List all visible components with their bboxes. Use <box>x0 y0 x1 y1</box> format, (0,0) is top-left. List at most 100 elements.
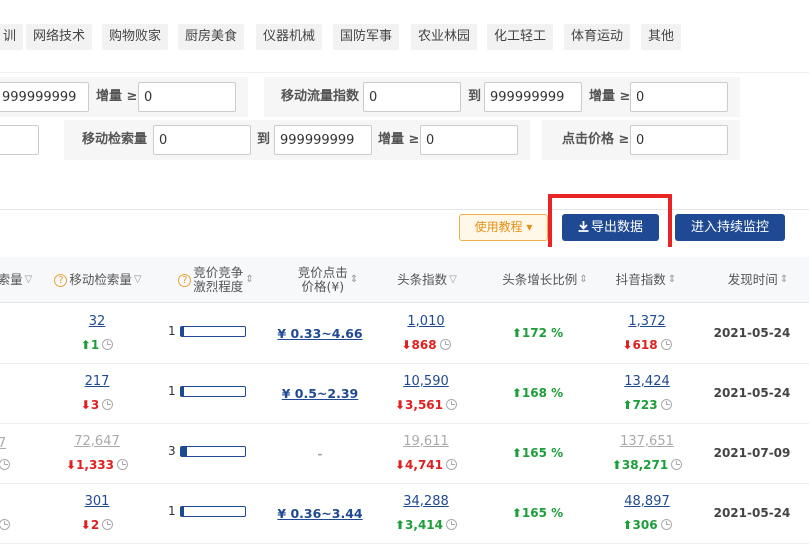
col-label: 竞价点击 价格(¥) <box>297 265 348 294</box>
clock-icon[interactable] <box>102 519 114 530</box>
down-arrow-icon: ⬇ <box>80 518 91 532</box>
tutorial-button[interactable]: 使用教程 ▾ <box>459 214 548 241</box>
clock-icon[interactable] <box>439 339 451 350</box>
clock-icon[interactable] <box>446 519 458 530</box>
competition-bar <box>180 386 246 397</box>
category-tag[interactable]: 仪器机械 <box>256 24 323 50</box>
mobile-traffic-increase-input[interactable] <box>630 82 728 112</box>
col-toutiao-growth[interactable]: 头条增长比例 ⇕ <box>495 257 595 303</box>
toutiao-index-delta: ⬆3,414 <box>376 518 476 532</box>
col-search-volume[interactable]: 索量 ▽ <box>0 257 34 303</box>
mobile-search-to-input[interactable] <box>274 125 372 155</box>
sort-icon: ⇕ <box>667 274 677 285</box>
douyin-index-delta: ⬆723 <box>597 398 697 412</box>
douyin-index-value[interactable]: 137,651 <box>620 434 674 449</box>
toutiao-index-delta: ⬇3,561 <box>376 398 476 412</box>
competition-bar <box>180 326 246 337</box>
clock-icon[interactable] <box>446 459 458 470</box>
down-arrow-icon: ⬇ <box>394 458 406 472</box>
col-label: 发现时间 <box>727 272 778 287</box>
clock-icon[interactable] <box>671 459 683 470</box>
mobile-search-value[interactable]: 301 <box>85 494 110 509</box>
table-row: 301 ⬇2 1 ¥ 0.36~3.44 34,288 ⬆3,414 ⬆165 %… <box>0 484 809 544</box>
click-price-value[interactable]: - <box>317 446 322 461</box>
mobile-search-from-input[interactable] <box>153 125 251 155</box>
up-arrow-icon: ⬆ <box>622 398 633 412</box>
search-volume-max-input[interactable] <box>0 82 89 112</box>
clock-icon[interactable] <box>660 339 672 350</box>
continuous-monitor-button[interactable]: 进入持续监控 <box>675 214 785 241</box>
mobile-traffic-to-input[interactable] <box>484 82 582 112</box>
keyword-table: 索量 ▽ ? 移动检索量 ▽ ? 竞价竞争 激烈程度 ⇕ 竞价点击 价格(¥) ⇕ 头条指… <box>0 247 809 544</box>
col-found-time[interactable]: 发现时间 ⇕ <box>722 257 794 303</box>
clock-icon[interactable] <box>446 399 458 410</box>
col-click-price[interactable]: 竞价点击 价格(¥) ⇕ <box>288 257 368 303</box>
toutiao-index-value[interactable]: 19,611 <box>403 434 449 449</box>
competition-bar-fill <box>181 507 184 516</box>
category-tag[interactable]: 体育运动 <box>564 24 631 50</box>
up-arrow-icon: ⬆ <box>511 506 522 520</box>
filter-panel: 增量 ≥ 移动流量指数 到 增量 ≥ 移动检索量 到 增量 ≥ 点击价格 ≥ <box>0 72 809 210</box>
mobile-search-value[interactable]: 217 <box>85 374 110 389</box>
increase-label: 增量 ≥ <box>589 89 631 104</box>
sort-icon: ⇕ <box>579 274 588 285</box>
increase-label: 增量 ≥ <box>96 89 138 104</box>
mobile-search-value[interactable]: 72,647 <box>74 434 120 449</box>
competition-bar-fill <box>181 447 188 456</box>
up-arrow-icon: ⬆ <box>611 458 622 472</box>
clock-icon[interactable] <box>102 339 114 350</box>
help-icon[interactable]: ? <box>178 273 192 287</box>
mobile-search-value[interactable]: 32 <box>89 314 106 329</box>
click-price-value[interactable]: ¥ 0.36~3.44 <box>277 506 362 521</box>
down-arrow-icon: ⬇ <box>80 398 91 412</box>
found-date: 2021-05-24 <box>713 506 791 520</box>
caret-down-icon: ▾ <box>526 220 533 234</box>
category-tag[interactable]: 国防军事 <box>333 24 400 50</box>
help-icon[interactable]: ? <box>54 273 68 287</box>
highlight-box <box>548 194 672 254</box>
table-row: 217 ⬇3 1 ¥ 0.5~2.39 10,590 ⬇3,561 ⬆168 % … <box>0 364 809 424</box>
douyin-index-value[interactable]: 13,424 <box>624 374 670 389</box>
up-arrow-icon: ⬆ <box>511 446 522 460</box>
toutiao-index-value[interactable]: 1,010 <box>407 314 444 329</box>
clock-icon[interactable] <box>660 519 672 530</box>
mobile-search-delta: ⬇1,333 <box>47 458 147 472</box>
competition-bar <box>180 506 246 517</box>
category-tag[interactable]: 训 <box>0 24 24 50</box>
category-tag[interactable]: 其他 <box>641 24 682 50</box>
toutiao-index-value[interactable]: 34,288 <box>403 494 449 509</box>
category-tag[interactable]: 厨房美食 <box>178 24 245 50</box>
mobile-search-increase-input[interactable] <box>420 125 518 155</box>
partial-filter-input[interactable] <box>0 125 39 155</box>
category-tag[interactable]: 购物败家 <box>102 24 169 50</box>
toutiao-index-value[interactable]: 10,590 <box>403 374 449 389</box>
douyin-index-value[interactable]: 1,372 <box>628 314 665 329</box>
clock-icon[interactable] <box>0 519 10 530</box>
found-date: 2021-05-24 <box>713 326 791 340</box>
search-volume-value[interactable]: 7 <box>0 436 6 451</box>
click-price-value[interactable]: ¥ 0.5~2.39 <box>282 386 359 401</box>
to-label: 到 <box>468 89 482 104</box>
clock-icon[interactable] <box>0 459 10 470</box>
col-competition[interactable]: ? 竞价竞争 激烈程度 ⇕ <box>170 257 262 303</box>
category-tag[interactable]: 化工轻工 <box>487 24 554 50</box>
category-tag[interactable]: 网络技术 <box>26 24 93 50</box>
category-tag[interactable]: 农业林园 <box>411 24 478 50</box>
clock-icon[interactable] <box>660 399 672 410</box>
douyin-index-delta: ⬆306 <box>597 518 697 532</box>
clock-icon[interactable] <box>117 459 129 470</box>
search-volume-increase-input[interactable] <box>138 82 236 112</box>
click-price-value[interactable]: ¥ 0.33~4.66 <box>277 326 362 341</box>
douyin-index-value[interactable]: 48,897 <box>624 494 670 509</box>
col-toutiao-index[interactable]: 头条指数 ▽ <box>388 257 466 303</box>
mobile-traffic-from-input[interactable] <box>363 82 461 112</box>
click-price-input[interactable] <box>630 125 728 155</box>
mobile-search-delta: ⬇3 <box>47 398 147 412</box>
col-douyin-index[interactable]: 抖音指数 ⇕ <box>608 257 684 303</box>
col-mobile-search[interactable]: ? 移动检索量 ▽ <box>46 257 150 303</box>
found-date: 2021-07-09 <box>713 446 791 460</box>
up-arrow-icon: ⬆ <box>511 386 522 400</box>
clock-icon[interactable] <box>102 399 114 410</box>
mobile-search-label: 移动检索量 <box>82 132 148 147</box>
competition-level: 1 <box>168 384 176 398</box>
